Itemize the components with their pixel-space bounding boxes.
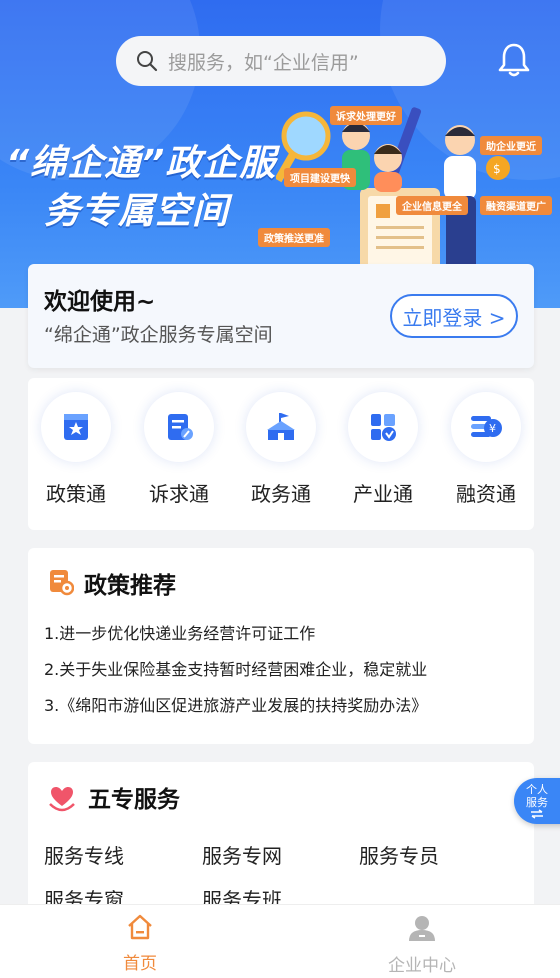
quick-label: 政策通 bbox=[46, 482, 106, 506]
policy-item[interactable]: 2.关于失业保险基金支持暂时经营困难企业，稳定就业 bbox=[44, 656, 427, 680]
search-input[interactable]: 搜服务，如“企业信用” bbox=[116, 36, 446, 86]
finance-icon: ¥ bbox=[451, 392, 521, 462]
policy-item[interactable]: 1.进一步优化快递业务经营许可证工作 bbox=[44, 620, 315, 644]
industry-icon bbox=[348, 392, 418, 462]
quick-item-industry[interactable]: 产业通 bbox=[335, 392, 431, 507]
service-hotline[interactable]: 服务专线 bbox=[44, 840, 124, 869]
tab-home[interactable]: 首页 bbox=[80, 913, 200, 974]
people-illustration: $ bbox=[274, 107, 510, 288]
banner-title: “绵企通”政企服 务专属空间 bbox=[6, 140, 276, 236]
banner-tag: 融资渠道更广 bbox=[480, 196, 552, 215]
float-label-line1: 个人 bbox=[526, 783, 548, 796]
welcome-card: 欢迎使用~ “绵企通”政企服务专属空间 立即登录 > bbox=[28, 264, 534, 368]
tab-home-label: 首页 bbox=[123, 954, 157, 974]
banner-illustration: $ 诉求处理更好 项目建设更快 企业信息更全 政策推送更准 助企业更近 融资渠道… bbox=[258, 96, 560, 288]
banner-tag: 企业信息更全 bbox=[396, 196, 468, 215]
welcome-title: 欢迎使用~ bbox=[44, 289, 156, 315]
policy-item[interactable]: 3.《绵阳市游仙区促进旅游产业发展的扶持奖励办法》 bbox=[44, 692, 427, 716]
quick-label: 产业通 bbox=[353, 482, 413, 506]
search-icon bbox=[137, 51, 158, 72]
heart-hand-icon bbox=[49, 787, 75, 812]
government-building-icon bbox=[246, 392, 316, 462]
bell-icon[interactable] bbox=[497, 42, 531, 78]
banner-tag: 诉求处理更好 bbox=[330, 106, 402, 125]
policy-recommend-section: 政策推荐 1.进一步优化快递业务经营许可证工作 2.关于失业保险基金支持暂时经营… bbox=[28, 548, 534, 744]
swap-arrow-icon bbox=[531, 809, 543, 819]
tab-enterprise-label: 企业中心 bbox=[388, 956, 456, 976]
service-network[interactable]: 服务专网 bbox=[202, 840, 282, 869]
quick-label: 政务通 bbox=[251, 482, 311, 506]
bottom-tab-bar: 首页 企业中心 bbox=[0, 904, 560, 978]
badge-icon bbox=[41, 392, 111, 462]
login-button[interactable]: 立即登录 > bbox=[390, 294, 518, 338]
quick-access-grid: 政策通 诉求通 政务通 产业通 ¥ 融资通 bbox=[28, 378, 534, 530]
search-placeholder: 搜服务，如“企业信用” bbox=[168, 51, 359, 74]
edit-doc-icon bbox=[144, 392, 214, 462]
quick-item-government[interactable]: 政务通 bbox=[233, 392, 329, 507]
svg-text:$: $ bbox=[493, 162, 501, 176]
quick-item-appeal[interactable]: 诉求通 bbox=[131, 392, 227, 507]
quick-label: 融资通 bbox=[456, 482, 516, 506]
quick-item-finance[interactable]: ¥ 融资通 bbox=[438, 392, 534, 507]
banner-tag: 政策推送更准 bbox=[258, 228, 330, 247]
five-section-title: 五专服务 bbox=[88, 787, 180, 813]
float-label-line2: 服务 bbox=[526, 796, 548, 809]
svg-text:¥: ¥ bbox=[489, 422, 496, 435]
banner-tag: 助企业更近 bbox=[480, 136, 542, 155]
personal-service-float-button[interactable]: 个人 服务 bbox=[514, 778, 560, 824]
home-icon bbox=[128, 914, 152, 940]
user-icon bbox=[409, 916, 435, 941]
five-services-section: 五专服务 服务专线 服务专网 服务专员 服务专窗 服务专班 bbox=[28, 762, 534, 912]
hero-banner: 搜服务，如“企业信用” “绵企通”政企服 务专属空间 $ 诉求处理更好 项目建设… bbox=[0, 0, 560, 308]
welcome-subtitle: “绵企通”政企服务专属空间 bbox=[44, 324, 273, 346]
quick-item-policy[interactable]: 政策通 bbox=[28, 392, 124, 507]
policy-doc-icon bbox=[50, 570, 74, 596]
policy-section-title: 政策推荐 bbox=[84, 573, 176, 599]
quick-label: 诉求通 bbox=[149, 482, 209, 506]
banner-title-line1: “绵企通”政企服 bbox=[6, 143, 277, 184]
tab-enterprise-center[interactable]: 企业中心 bbox=[362, 913, 482, 976]
service-specialist[interactable]: 服务专员 bbox=[359, 840, 439, 869]
banner-tag: 项目建设更快 bbox=[284, 168, 356, 187]
banner-title-line2: 务专属空间 bbox=[44, 191, 230, 232]
